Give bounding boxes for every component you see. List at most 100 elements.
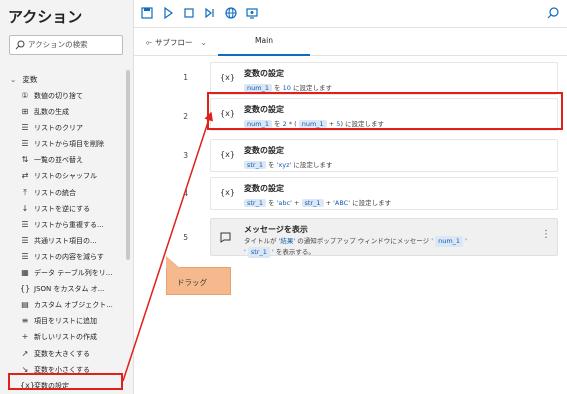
literal-value: ' bbox=[465, 237, 467, 245]
action-item[interactable]: ① 数値の切り捨て bbox=[20, 88, 128, 104]
action-item[interactable]: ☰ リストから重複する... bbox=[20, 217, 128, 233]
action-icon: ⇄ bbox=[21, 171, 29, 181]
category-variables[interactable]: ⌄ 変数 bbox=[10, 74, 37, 85]
action-icon: ▦ bbox=[21, 268, 29, 278]
set-variable-icon: {x} bbox=[220, 188, 235, 197]
step-title: 変数の設定 bbox=[244, 69, 284, 78]
message-icon bbox=[220, 232, 231, 243]
action-list: ① 数値の切り捨て ⊞ 乱数の生成 ☰ リストのクリア ☰ リストから項目を削除 ⇅ 一覧の並べ替… bbox=[20, 88, 128, 394]
desc-text: + bbox=[291, 199, 302, 207]
action-icon: ① bbox=[21, 91, 29, 100]
action-label: 一覧の並べ替え bbox=[34, 156, 83, 165]
action-item[interactable]: ⤒ リストの統合 bbox=[20, 185, 128, 201]
action-label: リストの内容を減らす bbox=[34, 252, 104, 261]
actions-scrollbar[interactable] bbox=[126, 70, 130, 260]
search-icon[interactable] bbox=[546, 6, 560, 20]
flow-step-1[interactable]: {x} 変数の設定 num_1 を 10 に設定します bbox=[210, 62, 558, 95]
action-item[interactable]: ▤ カスタム オブジェクト... bbox=[20, 297, 128, 313]
action-icon: ☰ bbox=[21, 235, 29, 245]
desc-text: に設定します bbox=[290, 84, 332, 92]
literal-value: ' bbox=[244, 248, 246, 256]
literal-value: 'abc' bbox=[276, 199, 292, 207]
desktop-recorder-icon[interactable] bbox=[245, 6, 259, 20]
action-item[interactable]: ≡ 項目をリストに追加 bbox=[20, 313, 128, 329]
action-item[interactable]: ↓ リストを逆にする bbox=[20, 201, 128, 217]
action-item[interactable]: ⇅ 一覧の並べ替え bbox=[20, 152, 128, 168]
variable-chip: str_1 bbox=[244, 199, 266, 207]
actions-panel: アクション アクションの検索 ⌄ 変数 ① 数値の切り捨て ⊞ 乱数の生成 ☰ リストのク… bbox=[0, 0, 134, 394]
flow-tabs: ⟜ サブフロー ⌄ Main bbox=[134, 29, 567, 56]
search-icon bbox=[15, 40, 25, 50]
action-item[interactable]: ⊞ 乱数の生成 bbox=[20, 104, 128, 120]
action-label: リストから項目を削除 bbox=[34, 140, 104, 149]
line-number: 2 bbox=[183, 112, 188, 121]
action-icon: ≡ bbox=[21, 316, 29, 326]
variable-chip: str_1 bbox=[301, 199, 324, 207]
variable-chip: str_1 bbox=[244, 161, 266, 169]
literal-value: '結果' bbox=[278, 237, 296, 245]
literal-value: ' bbox=[431, 237, 434, 245]
action-item[interactable]: ▦ データ テーブル列をリ... bbox=[20, 265, 128, 281]
subflow-icon: ⟜ bbox=[146, 38, 152, 47]
chevron-down-icon: ⌄ bbox=[10, 75, 17, 84]
drop-target-highlight bbox=[207, 92, 563, 130]
step-description: str_1 を 'abc' + str_1 + 'ABC' に設定します bbox=[244, 197, 391, 207]
action-icon: + bbox=[21, 332, 29, 342]
flow-step-4[interactable]: {x} 変数の設定 str_1 を 'abc' + str_1 + 'ABC' … bbox=[210, 177, 558, 210]
action-label: データ テーブル列をリ... bbox=[34, 269, 113, 278]
action-item[interactable]: {} JSON をカスタム オ... bbox=[20, 281, 128, 297]
desc-text: を表示する。 bbox=[273, 248, 315, 256]
action-item[interactable]: ↗ 変数を大きくする bbox=[20, 346, 128, 362]
action-item[interactable]: ☰ リストから項目を削除 bbox=[20, 136, 128, 152]
toolbar bbox=[134, 0, 567, 28]
action-item[interactable]: ⇄ リストのシャッフル bbox=[20, 168, 128, 184]
action-label: リストを逆にする bbox=[34, 204, 91, 213]
step-description: str_1 を 'xyz' に設定します bbox=[244, 159, 332, 169]
set-variable-icon: {x} bbox=[220, 150, 235, 159]
action-item[interactable]: ☰ リストの内容を減らす bbox=[20, 249, 128, 265]
action-label: リストのクリア bbox=[34, 124, 83, 133]
run-icon[interactable] bbox=[161, 6, 175, 20]
set-variable-icon: {x} bbox=[220, 73, 235, 82]
action-label: 数値の切り捨て bbox=[34, 92, 83, 100]
run-next-action-icon[interactable] bbox=[203, 6, 217, 20]
variable-chip: str_1 bbox=[247, 247, 270, 258]
action-icon: ☰ bbox=[21, 123, 29, 133]
action-icon: ☰ bbox=[21, 139, 29, 149]
action-icon: ☰ bbox=[21, 251, 29, 261]
step-title: メッセージを表示 bbox=[244, 225, 308, 234]
line-number: 5 bbox=[183, 233, 188, 242]
web-recorder-icon[interactable] bbox=[224, 6, 238, 20]
subflow-dropdown[interactable]: ⟜ サブフロー ⌄ bbox=[146, 37, 207, 48]
action-icon: {} bbox=[20, 284, 31, 294]
literal-value: 'ABC' bbox=[333, 199, 350, 207]
flow-step-5[interactable]: メッセージを表示 タイトルが '結果' の通知ポップアップ ウィンドウにメッセー… bbox=[210, 218, 558, 258]
action-label: 乱数の生成 bbox=[34, 108, 69, 117]
tab-main[interactable]: Main bbox=[218, 29, 310, 56]
action-icon: ↓ bbox=[21, 203, 29, 213]
save-icon[interactable] bbox=[140, 6, 154, 20]
action-label: リストの統合 bbox=[34, 188, 76, 197]
flow-step-3[interactable]: {x} 変数の設定 str_1 を 'xyz' に設定します bbox=[210, 139, 558, 172]
more-options-icon[interactable]: ⋮ bbox=[541, 229, 551, 240]
step-description: num_1 を 10 に設定します bbox=[244, 82, 332, 92]
action-icon: ↗ bbox=[21, 348, 29, 358]
line-number: 1 bbox=[183, 73, 188, 82]
action-item[interactable]: ☰ 共通リスト項目の... bbox=[20, 233, 128, 249]
stop-icon[interactable] bbox=[182, 6, 196, 20]
action-label: カスタム オブジェクト... bbox=[34, 301, 113, 310]
action-icon: ⤒ bbox=[23, 187, 27, 197]
step-description: タイトルが '結果' の通知ポップアップ ウィンドウにメッセージ ' num_1… bbox=[244, 236, 544, 258]
actions-panel-title: アクション bbox=[8, 8, 83, 26]
action-label: リストのシャッフル bbox=[34, 172, 97, 181]
step-title: 変数の設定 bbox=[244, 146, 284, 155]
action-label: 変数を大きくする bbox=[34, 349, 90, 358]
desc-text: に設定します bbox=[350, 199, 392, 207]
subflow-label: サブフロー bbox=[155, 38, 193, 47]
action-icon: ☰ bbox=[21, 219, 29, 229]
action-search-input[interactable]: アクションの検索 bbox=[9, 35, 123, 55]
action-item[interactable]: ☰ リストのクリア bbox=[20, 120, 128, 136]
action-item[interactable]: + 新しいリストの作成 bbox=[20, 329, 128, 345]
step-title: 変数の設定 bbox=[244, 184, 284, 193]
desc-text: + bbox=[323, 199, 334, 207]
